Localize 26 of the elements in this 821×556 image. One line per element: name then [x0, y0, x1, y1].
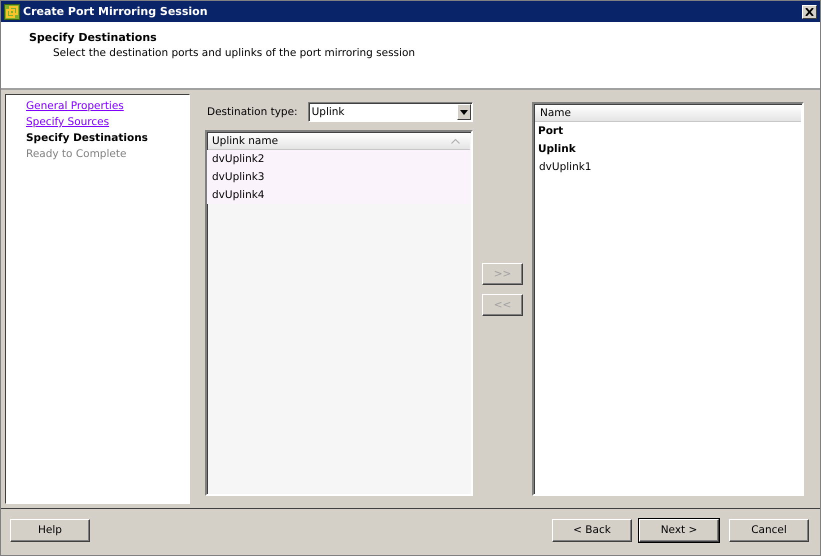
group-heading: Uplink — [537, 142, 577, 157]
column-header[interactable]: Name — [535, 105, 801, 122]
close-icon — [805, 8, 814, 16]
list-row[interactable]: dvUplink1 — [534, 158, 592, 176]
destination-type-dropdown[interactable]: Uplink — [308, 102, 473, 122]
dialog-button[interactable]: Cancel — [729, 518, 809, 542]
dropdown-arrow-icon — [460, 110, 468, 114]
window-title: Create Port Mirroring Session — [23, 5, 209, 18]
step-link[interactable]: General Properties — [26, 98, 124, 114]
page-heading: Specify Destinations — [29, 31, 158, 44]
column-header[interactable]: Uplink name — [208, 133, 470, 150]
page-description: Select the destination ports and uplinks of the port mirroring session — [52, 47, 416, 59]
step-link[interactable]: Specify Sources — [26, 114, 110, 130]
dialog-button[interactable]: Help — [10, 518, 90, 542]
dialog-button[interactable]: Next > — [639, 518, 719, 542]
list-row[interactable]: dvUplink3 — [207, 168, 471, 186]
list-row[interactable]: dvUplink4 — [207, 186, 471, 204]
sort-icon — [451, 138, 460, 144]
group-heading: Port — [537, 124, 564, 139]
app-icon — [4, 4, 20, 20]
step-label: Ready to Complete — [26, 147, 126, 162]
list-row[interactable]: dvUplink2 — [207, 150, 471, 168]
dialog-button[interactable]: < Back — [552, 518, 632, 542]
close-button[interactable] — [802, 4, 817, 18]
current-step: Specify Destinations — [26, 130, 148, 146]
field-label: Destination type: — [207, 106, 298, 118]
